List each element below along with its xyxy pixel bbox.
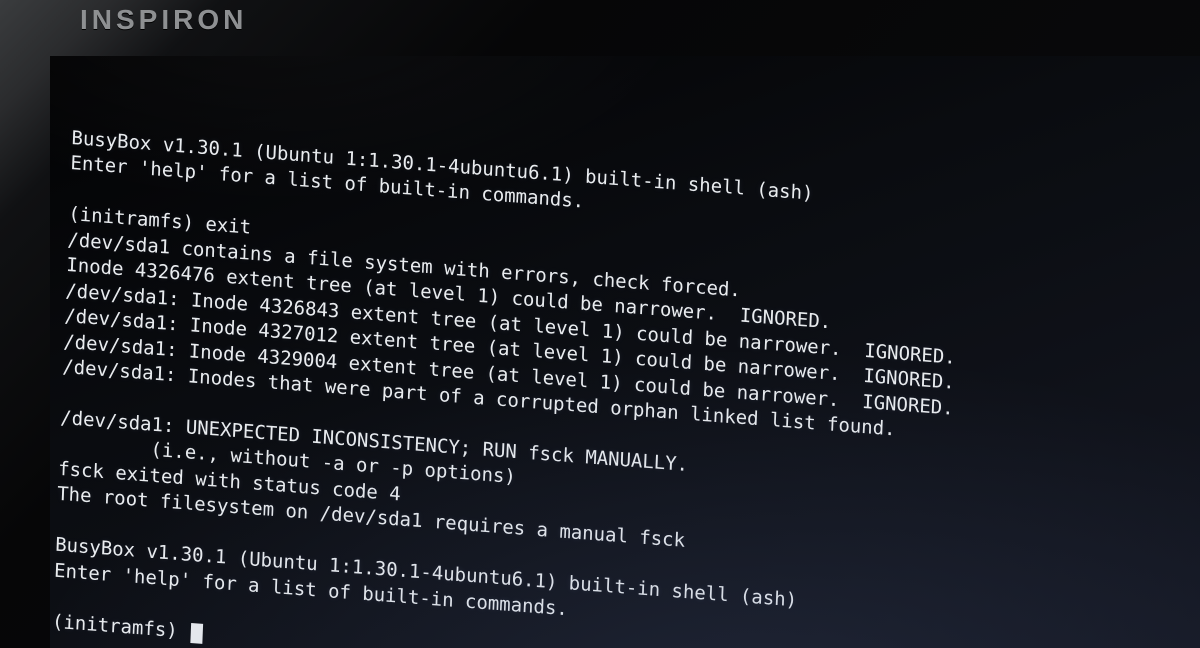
cursor-icon [191, 623, 203, 644]
terminal-output: BusyBox v1.30.1 (Ubuntu 1:1.30.1-4ubuntu… [53, 127, 956, 620]
terminal-prompt: (initramfs) [52, 610, 190, 642]
laptop-bezel: INSPIRON BusyBox v1.30.1 (Ubuntu 1:1.30.… [0, 0, 1200, 648]
laptop-brand-label: INSPIRON [80, 4, 247, 36]
terminal[interactable]: BusyBox v1.30.1 (Ubuntu 1:1.30.1-4ubuntu… [52, 126, 1200, 648]
screen-area: BusyBox v1.30.1 (Ubuntu 1:1.30.1-4ubuntu… [50, 56, 1200, 648]
